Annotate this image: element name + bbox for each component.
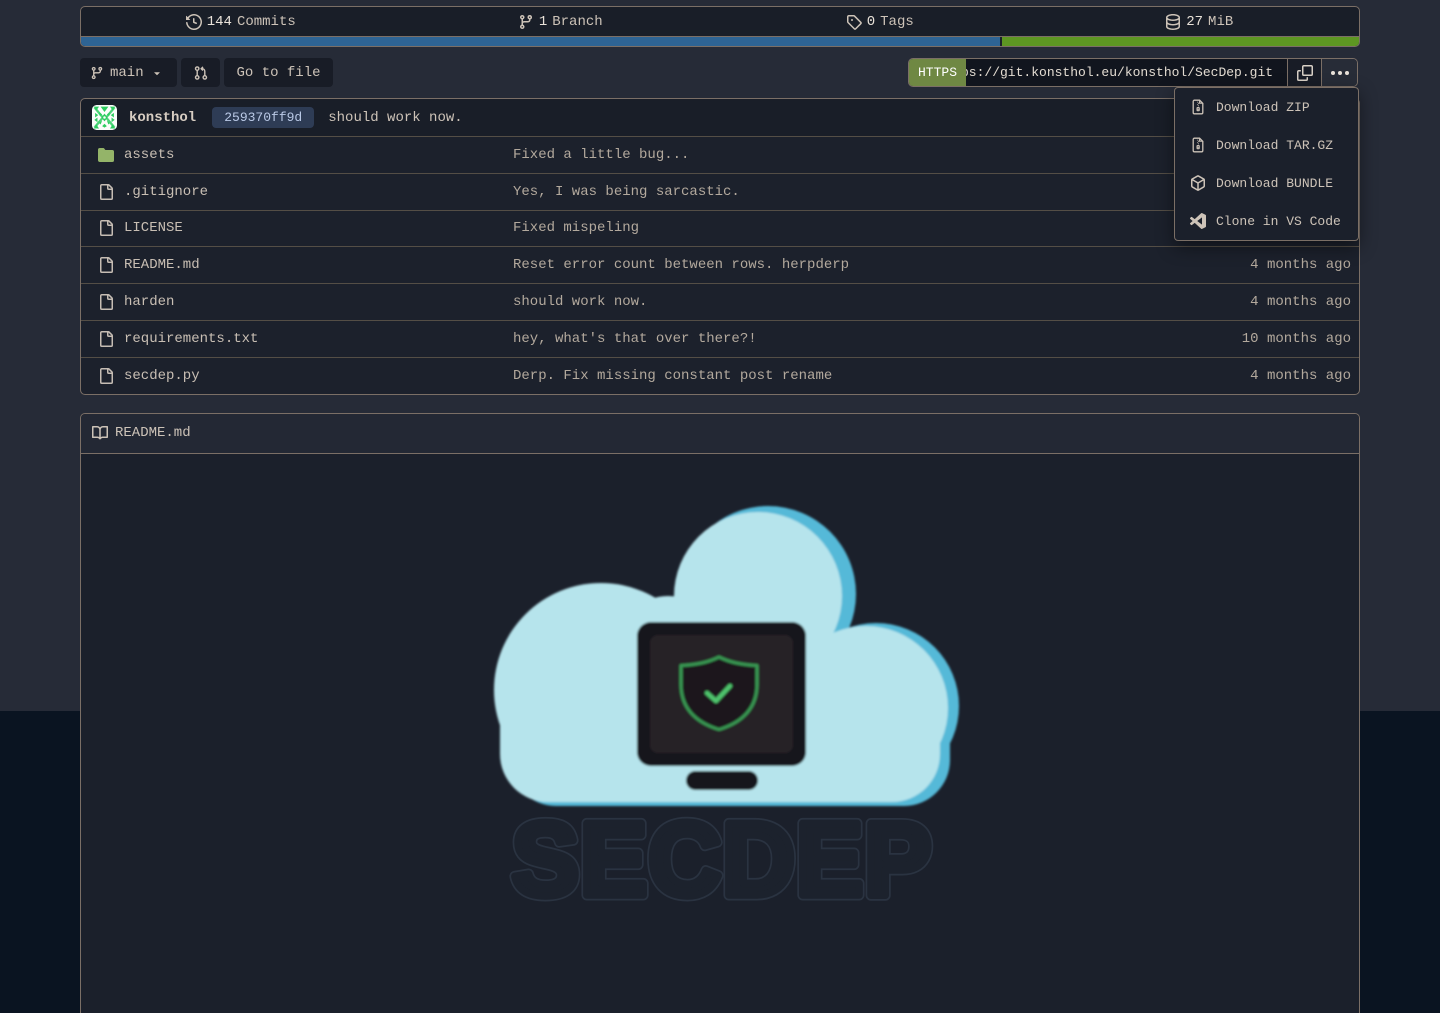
svg-text:SECDEP: SECDEP [512,800,933,917]
